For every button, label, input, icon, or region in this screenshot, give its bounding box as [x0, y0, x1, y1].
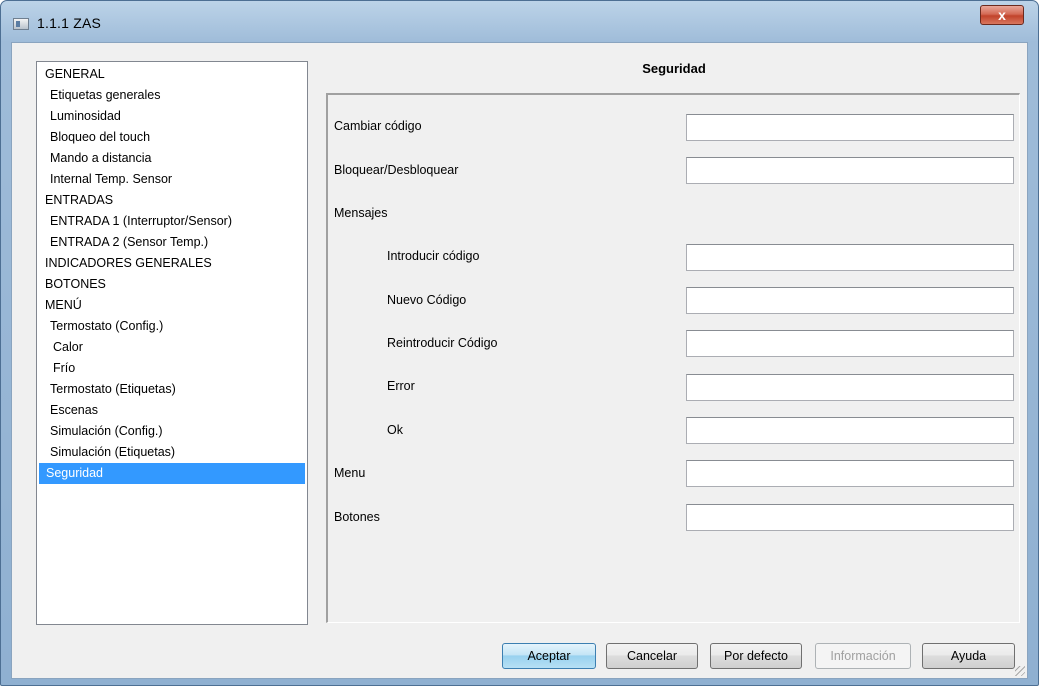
tree-item-menu[interactable]: MENÚ: [39, 295, 305, 316]
tree-item-seguridad[interactable]: Seguridad: [39, 463, 305, 484]
cancel-button[interactable]: Cancelar: [606, 643, 698, 669]
botones-label: Botones: [334, 510, 380, 524]
help-button[interactable]: Ayuda: [922, 643, 1015, 669]
ok-label: Ok: [387, 423, 403, 437]
tree-item-termostato-etiquetas[interactable]: Termostato (Etiquetas): [39, 379, 305, 400]
accept-button[interactable]: Aceptar: [502, 643, 596, 669]
resize-grip-icon[interactable]: [1015, 666, 1025, 676]
nuevo-codigo-label: Nuevo Código: [387, 293, 467, 307]
bloquear-desbloquear-label: Bloquear/Desbloquear: [334, 163, 459, 177]
tree-item-simulacion-config[interactable]: Simulación (Config.): [39, 421, 305, 442]
tree-item-entrada-2[interactable]: ENTRADA 2 (Sensor Temp.): [39, 232, 305, 253]
cambiar-codigo-label: Cambiar código: [334, 119, 422, 133]
tree-item-general[interactable]: GENERAL: [39, 64, 305, 85]
section-heading: Seguridad: [642, 61, 706, 76]
app-window-icon: [13, 18, 29, 30]
tree-item-bloqueo-touch[interactable]: Bloqueo del touch: [39, 127, 305, 148]
defaults-button[interactable]: Por defecto: [710, 643, 802, 669]
reintroducir-codigo-field[interactable]: [686, 330, 1014, 357]
tree-item-entradas[interactable]: ENTRADAS: [39, 190, 305, 211]
info-button: Información: [815, 643, 911, 669]
title-bar[interactable]: 1.1.1 ZAS x: [1, 1, 1038, 41]
introducir-codigo-label: Introducir código: [387, 249, 480, 263]
tree-item-simulacion-etiquetas[interactable]: Simulación (Etiquetas): [39, 442, 305, 463]
botones-field[interactable]: [686, 504, 1014, 531]
dialog-client-area: GENERAL Etiquetas generales Luminosidad …: [11, 42, 1028, 679]
cambiar-codigo-field[interactable]: [686, 114, 1014, 141]
bloquear-desbloquear-field[interactable]: [686, 157, 1014, 184]
close-button[interactable]: x: [980, 5, 1024, 25]
ok-message-field[interactable]: [686, 417, 1014, 444]
tree-item-botones[interactable]: BOTONES: [39, 274, 305, 295]
tree-item-frio[interactable]: Frío: [39, 358, 305, 379]
tree-item-termostato-config[interactable]: Termostato (Config.): [39, 316, 305, 337]
tree-item-calor[interactable]: Calor: [39, 337, 305, 358]
window-title: 1.1.1 ZAS: [37, 15, 102, 31]
tree-item-entrada-1[interactable]: ENTRADA 1 (Interruptor/Sensor): [39, 211, 305, 232]
settings-tree[interactable]: GENERAL Etiquetas generales Luminosidad …: [36, 61, 308, 625]
dialog-window: 1.1.1 ZAS x GENERAL Etiquetas generales …: [0, 0, 1039, 686]
menu-field[interactable]: [686, 460, 1014, 487]
tree-item-indicadores-generales[interactable]: INDICADORES GENERALES: [39, 253, 305, 274]
menu-label: Menu: [334, 466, 366, 480]
nuevo-codigo-field[interactable]: [686, 287, 1014, 314]
reintroducir-codigo-label: Reintroducir Código: [387, 336, 498, 350]
tree-item-escenas[interactable]: Escenas: [39, 400, 305, 421]
error-label: Error: [387, 379, 415, 393]
error-message-field[interactable]: [686, 374, 1014, 401]
introducir-codigo-field[interactable]: [686, 244, 1014, 271]
tree-item-luminosidad[interactable]: Luminosidad: [39, 106, 305, 127]
mensajes-label: Mensajes: [334, 206, 388, 220]
tree-item-mando-distancia[interactable]: Mando a distancia: [39, 148, 305, 169]
tree-item-internal-temp-sensor[interactable]: Internal Temp. Sensor: [39, 169, 305, 190]
tree-item-etiquetas-generales[interactable]: Etiquetas generales: [39, 85, 305, 106]
